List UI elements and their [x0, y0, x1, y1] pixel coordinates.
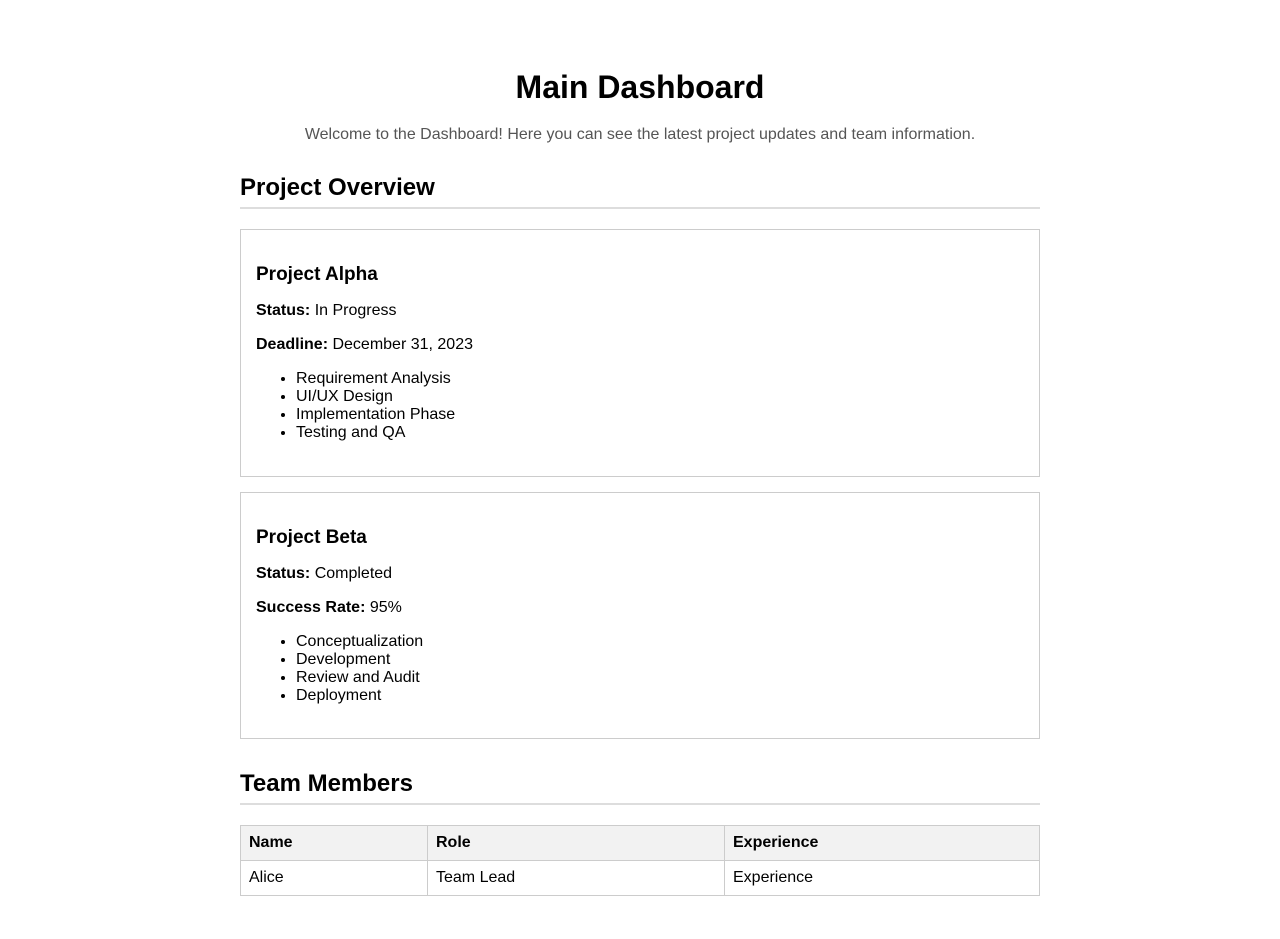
- page-title: Main Dashboard: [515, 69, 765, 105]
- status-value: Completed: [314, 565, 393, 582]
- status-value: In Progress: [314, 302, 397, 319]
- cell-name: Alice: [240, 860, 428, 896]
- list-item: UI/UX Design: [296, 388, 1024, 406]
- list-item: Testing and QA: [296, 424, 1024, 442]
- cell-role: Team Lead: [427, 860, 725, 896]
- cell-experience: Experience: [724, 860, 1040, 896]
- status-field: Status: Completed: [256, 565, 1024, 583]
- table-row: Alice Team Lead Experience: [240, 860, 1040, 896]
- project-card-alpha: Project Alpha Status: In Progress Deadli…: [240, 229, 1040, 477]
- welcome-text: Welcome to the Dashboard! Here you can s…: [304, 126, 976, 143]
- project-steps-list: Requirement Analysis UI/UX Design Implem…: [256, 370, 1024, 442]
- column-header-experience: Experience: [724, 825, 1040, 861]
- list-item: Deployment: [296, 687, 1024, 705]
- list-item: Conceptualization: [296, 633, 1024, 651]
- team-members-heading: Team Members: [240, 770, 1040, 805]
- deadline-field: Deadline: December 31, 2023: [256, 336, 1024, 354]
- success-rate-label: Success Rate:: [256, 599, 366, 616]
- list-item: Development: [296, 651, 1024, 669]
- column-header-role: Role: [427, 825, 725, 861]
- column-header-name: Name: [240, 825, 428, 861]
- list-item: Implementation Phase: [296, 406, 1024, 424]
- status-label: Status:: [256, 302, 311, 319]
- project-overview-heading: Project Overview: [240, 174, 1040, 209]
- project-title: Project Alpha: [256, 264, 378, 285]
- dashboard-container: Main Dashboard Welcome to the Dashboard!…: [240, 0, 1040, 896]
- project-title: Project Beta: [256, 527, 367, 548]
- project-card-beta: Project Beta Status: Completed Success R…: [240, 492, 1040, 739]
- success-rate-field: Success Rate: 95%: [256, 599, 1024, 617]
- status-field: Status: In Progress: [256, 302, 1024, 320]
- table-header-row: Name Role Experience: [240, 825, 1040, 861]
- project-steps-list: Conceptualization Development Review and…: [256, 633, 1024, 705]
- team-table: Name Role Experience Alice Team Lead Exp…: [240, 825, 1040, 896]
- status-label: Status:: [256, 565, 311, 582]
- list-item: Requirement Analysis: [296, 370, 1024, 388]
- deadline-value: December 31, 2023: [332, 336, 473, 353]
- deadline-label: Deadline:: [256, 336, 329, 353]
- list-item: Review and Audit: [296, 669, 1024, 687]
- success-rate-value: 95%: [369, 599, 402, 616]
